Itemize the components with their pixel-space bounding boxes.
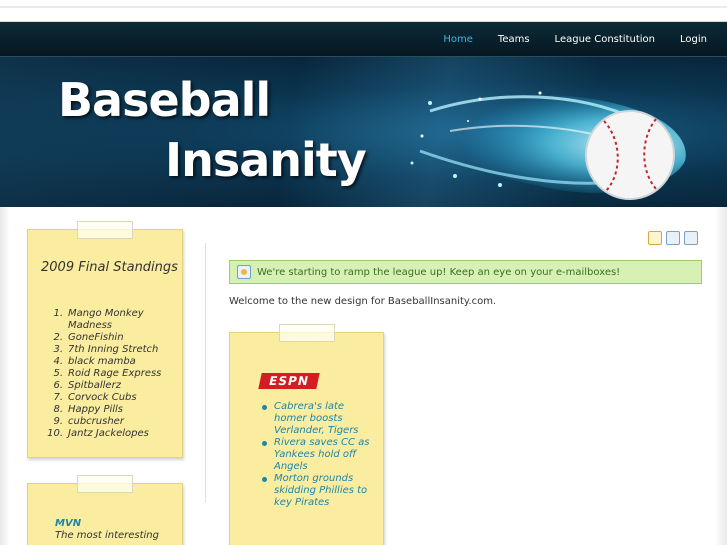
list-item: 9. cubcrusher (53, 416, 124, 427)
headline-link[interactable]: Cabrera's late homer boosts Verlander, T… (274, 401, 359, 436)
pdf-icon[interactable] (648, 231, 662, 245)
list-item[interactable]: Cabrera's late homer boosts Verlander, T… (262, 401, 374, 437)
list-item: 1. Mango Monkey Madness (53, 308, 144, 331)
alert-text: We're starting to ramp the league up! Ke… (257, 266, 621, 278)
tape-strip (77, 221, 133, 239)
article-tools (648, 231, 698, 245)
espn-news-note: ESPN Cabrera's late homer boosts Verland… (229, 324, 384, 545)
info-icon (237, 265, 251, 279)
espn-headlines: Cabrera's late homer boosts Verlander, T… (262, 401, 374, 509)
list-item: 2. GoneFishin (53, 332, 124, 343)
nav-teams-link[interactable]: Teams (498, 34, 530, 45)
column-divider (205, 243, 206, 503)
list-item[interactable]: Morton grounds skidding Phillies to key … (262, 473, 374, 509)
site-title-line1: Baseball (58, 73, 271, 127)
tape-strip (278, 324, 335, 342)
standings-note: 2009 Final Standings 1. Mango Monkey Madn… (27, 221, 183, 458)
list-item[interactable]: Rivera saves CC as Yankees hold off Ange… (262, 437, 374, 473)
list-item: 5. Roid Rage Express (53, 368, 162, 379)
standings-list: 1. Mango Monkey Madness 2. GoneFishin 3. 7t… (38, 308, 183, 440)
list-item: 3. 7th Inning Stretch (53, 344, 159, 355)
site-title-line2: Insanity (165, 133, 367, 187)
list-item: 10. Jantz Jackelopes (47, 428, 149, 439)
flaming-baseball-icon (410, 91, 686, 200)
list-item: 4. black mamba (53, 356, 136, 367)
list-item: 8. Happy Pills (53, 404, 124, 415)
tape-strip (77, 475, 133, 493)
welcome-text: Welcome to the new design for BaseballIn… (229, 296, 497, 307)
mvn-title: MVN (55, 518, 82, 529)
email-icon[interactable] (684, 231, 698, 245)
nav-home-link[interactable]: Home (443, 34, 473, 45)
print-icon[interactable] (666, 231, 680, 245)
top-navigation: Home Teams League Constitution Login (0, 22, 727, 57)
mvn-note: MVN The most interesting (27, 475, 183, 545)
header-banner: Baseball Insanity (0, 57, 727, 207)
list-item: 6. Spitballerz (53, 380, 121, 391)
list-item: 7. Corvock Cubs (53, 392, 137, 403)
nav-login-link[interactable]: Login (680, 34, 707, 45)
headline-link[interactable]: Morton grounds skidding Phillies to key … (274, 473, 367, 508)
espn-logo: ESPN (258, 373, 320, 389)
nav-links: Home Teams League Constitution Login (418, 22, 707, 57)
mvn-text: The most interesting (55, 530, 159, 541)
nav-league-constitution-link[interactable]: League Constitution (555, 34, 655, 45)
headline-link[interactable]: Rivera saves CC as Yankees hold off Ange… (274, 437, 370, 472)
standings-title: 2009 Final Standings (41, 260, 178, 275)
announcement-alert: We're starting to ramp the league up! Ke… (229, 260, 702, 284)
top-strip (0, 0, 727, 22)
content-area: 2009 Final Standings 1. Mango Monkey Madn… (0, 207, 727, 545)
